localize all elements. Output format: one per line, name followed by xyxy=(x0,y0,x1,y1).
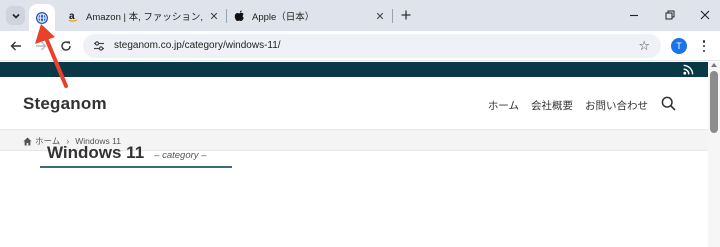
archive-title: Windows 11 – category – xyxy=(47,143,206,163)
site-info-icon[interactable] xyxy=(92,39,106,53)
close-window-button[interactable] xyxy=(697,7,713,23)
apple-icon xyxy=(232,9,246,23)
search-icon[interactable] xyxy=(661,96,676,111)
tab-strip: a Amazon | 本, ファッション, 家電から ✕ Apple（日本） ✕ xyxy=(0,0,720,31)
tab-separator xyxy=(392,9,393,23)
site-top-bar xyxy=(0,62,708,77)
more-menu-icon[interactable] xyxy=(699,38,709,54)
close-tab-icon[interactable]: ✕ xyxy=(207,9,221,23)
close-icon xyxy=(700,10,710,20)
scrollbar-thumb[interactable] xyxy=(710,71,718,133)
restore-icon xyxy=(665,10,675,20)
back-button[interactable] xyxy=(7,37,25,55)
tab-title: Apple（日本） xyxy=(252,12,315,23)
chevron-down-icon xyxy=(11,13,20,19)
nav-item-home[interactable]: ホーム xyxy=(488,98,519,113)
rss-icon[interactable] xyxy=(683,64,694,75)
new-tab-button[interactable] xyxy=(398,7,414,23)
tab-apple[interactable]: Apple（日本） ✕ xyxy=(232,4,387,28)
browser-window: a Amazon | 本, ファッション, 家電から ✕ Apple（日本） ✕ xyxy=(0,0,720,247)
web-page: Steganom ホーム 会社概要 お問い合わせ ホーム › Windows 1… xyxy=(0,62,708,247)
arrow-right-icon xyxy=(36,41,47,51)
address-bar[interactable]: steganom.co.jp/category/windows-11/ ☆ xyxy=(83,34,661,58)
minimize-button[interactable] xyxy=(626,7,642,23)
global-nav: ホーム 会社概要 お問い合わせ xyxy=(488,98,648,113)
browser-toolbar: steganom.co.jp/category/windows-11/ ☆ T xyxy=(0,31,720,61)
home-icon xyxy=(23,137,32,145)
tab-title: Amazon | 本, ファッション, 家電から xyxy=(86,12,204,23)
restore-button[interactable] xyxy=(662,7,678,23)
site-logo[interactable]: Steganom xyxy=(23,94,107,114)
tab-search-button[interactable] xyxy=(6,6,25,25)
plus-icon xyxy=(401,10,411,20)
nav-item-contact[interactable]: お問い合わせ xyxy=(585,98,648,113)
nav-item-company[interactable]: 会社概要 xyxy=(531,98,573,113)
scroll-up-arrow-icon[interactable] xyxy=(711,63,717,67)
title-underline xyxy=(40,166,232,168)
forward-button[interactable] xyxy=(32,37,50,55)
minimize-icon xyxy=(630,14,638,17)
reload-icon xyxy=(61,41,71,51)
page-scrollbar[interactable] xyxy=(708,62,720,247)
url-text[interactable]: steganom.co.jp/category/windows-11/ xyxy=(114,40,281,51)
archive-subtitle: – category – xyxy=(154,150,207,161)
pinned-tab[interactable] xyxy=(29,4,55,31)
tab-separator xyxy=(226,9,227,23)
amazon-icon: a xyxy=(66,9,80,23)
arrow-left-icon xyxy=(10,41,21,51)
archive-title-text: Windows 11 xyxy=(47,143,145,162)
close-tab-icon[interactable]: ✕ xyxy=(373,9,387,23)
site-header: Steganom ホーム 会社概要 お問い合わせ xyxy=(0,77,708,129)
profile-avatar[interactable]: T xyxy=(671,38,687,54)
reload-button[interactable] xyxy=(57,37,75,55)
tab-amazon[interactable]: a Amazon | 本, ファッション, 家電から ✕ xyxy=(66,4,221,28)
globe-icon xyxy=(36,11,48,24)
bookmark-star-icon[interactable]: ☆ xyxy=(638,38,650,54)
